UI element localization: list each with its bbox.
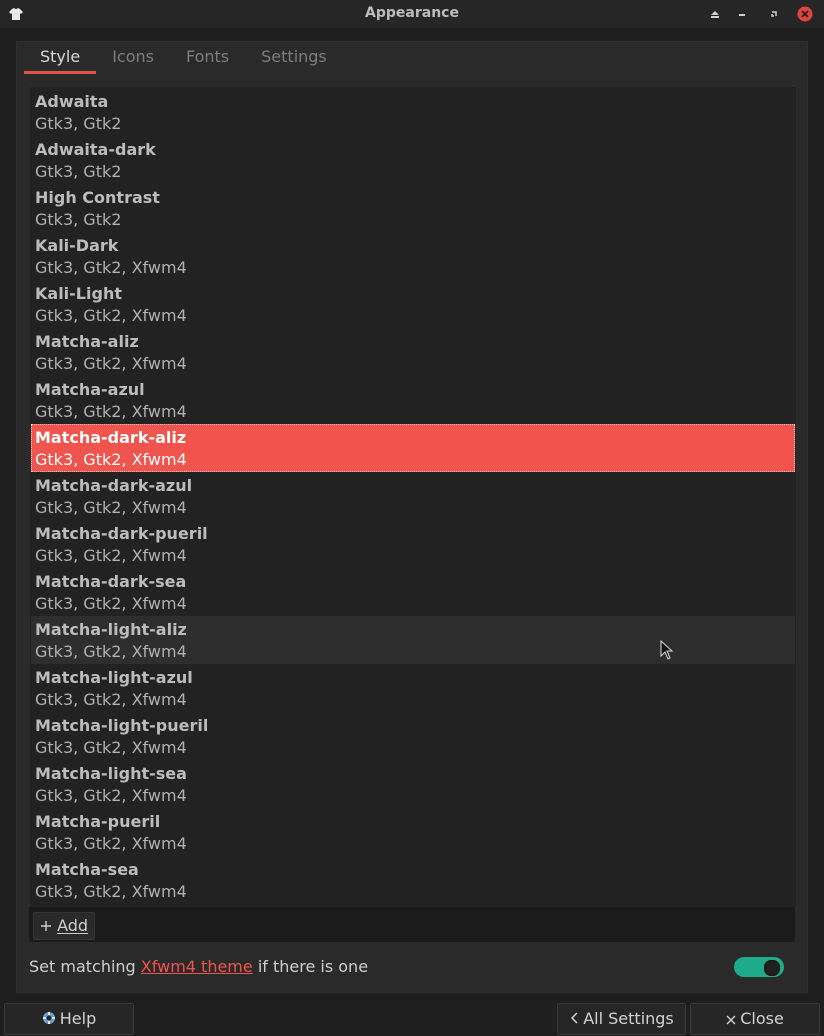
theme-capabilities: Gtk3, Gtk2, Xfwm4 [35,642,187,661]
theme-row[interactable]: Matcha-light-azul Gtk3, Gtk2, Xfwm4 [31,664,795,712]
theme-row[interactable]: High Contrast Gtk3, Gtk2 [31,184,795,232]
theme-name: Matcha-light-aliz [35,620,187,639]
plus-icon [40,916,57,935]
tab-style[interactable]: Style [24,41,97,74]
theme-name: Matcha-light-azul [35,668,193,687]
theme-row[interactable]: Matcha-dark-pueril Gtk3, Gtk2, Xfwm4 [31,520,795,568]
theme-name: Matcha-light-pueril [35,716,209,735]
close-window-icon[interactable] [797,6,813,22]
xfwm4-theme-link[interactable]: Xfwm4 theme [141,957,253,976]
matching-xfwm4-option: Set matching Xfwm4 theme if there is one [29,957,368,976]
theme-capabilities: Gtk3, Gtk2 [35,114,122,133]
theme-name: Matcha-dark-aliz [35,428,187,447]
title-bar: Appearance [0,0,824,28]
theme-name: Kali-Dark [35,236,119,255]
matching-xfwm4-toggle[interactable] [734,957,784,977]
theme-row[interactable]: Matcha-dark-azul Gtk3, Gtk2, Xfwm4 [31,472,795,520]
window-title: Appearance [365,5,459,21]
theme-name: Matcha-azul [35,380,145,399]
theme-capabilities: Gtk3, Gtk2, Xfwm4 [35,498,187,517]
theme-name: Matcha-light-sea [35,764,187,783]
theme-capabilities: Gtk3, Gtk2, Xfwm4 [35,690,187,709]
theme-row[interactable]: Matcha-light-pueril Gtk3, Gtk2, Xfwm4 [31,712,795,760]
theme-row[interactable]: Matcha-dark-aliz Gtk3, Gtk2, Xfwm4 [31,424,795,472]
all-settings-button[interactable]: All Settings [557,1003,686,1035]
help-button[interactable]: Help [4,1003,134,1035]
theme-name: Adwaita [35,92,109,111]
minimize-window-icon[interactable] [734,6,750,22]
add-theme-label: Add [57,916,89,935]
theme-row[interactable]: Matcha-light-sea Gtk3, Gtk2, Xfwm4 [31,760,795,808]
option-suffix: if there is one [252,957,369,976]
close-label: Close [740,1009,784,1028]
theme-row[interactable]: Adwaita Gtk3, Gtk2 [31,88,795,136]
theme-row[interactable]: Kali-Light Gtk3, Gtk2, Xfwm4 [31,280,795,328]
theme-capabilities: Gtk3, Gtk2, Xfwm4 [35,258,187,277]
list-toolbar: Add [29,907,795,942]
theme-capabilities: Gtk3, Gtk2, Xfwm4 [35,402,187,421]
theme-name: Matcha-dark-azul [35,476,193,495]
close-x-icon [726,1005,736,1035]
theme-capabilities: Gtk3, Gtk2 [35,162,122,181]
theme-row[interactable]: Kali-Dark Gtk3, Gtk2, Xfwm4 [31,232,795,280]
theme-capabilities: Gtk3, Gtk2, Xfwm4 [35,738,187,757]
theme-capabilities: Gtk3, Gtk2, Xfwm4 [35,882,187,901]
theme-capabilities: Gtk3, Gtk2, Xfwm4 [35,450,187,469]
close-button[interactable]: Close [690,1003,820,1035]
all-settings-label: All Settings [583,1009,674,1028]
theme-row[interactable]: Matcha-pueril Gtk3, Gtk2, Xfwm4 [31,808,795,856]
theme-row[interactable]: Adwaita-dark Gtk3, Gtk2 [31,136,795,184]
theme-name: Matcha-aliz [35,332,139,351]
theme-name: High Contrast [35,188,160,207]
mouse-pointer-icon [660,639,674,664]
theme-row[interactable]: Matcha-azul Gtk3, Gtk2, Xfwm4 [31,376,795,424]
theme-capabilities: Gtk3, Gtk2 [35,210,122,229]
theme-capabilities: Gtk3, Gtk2, Xfwm4 [35,546,187,565]
help-label: Help [59,1009,97,1028]
toggle-knob [764,960,780,976]
theme-capabilities: Gtk3, Gtk2, Xfwm4 [35,786,187,805]
theme-capabilities: Gtk3, Gtk2, Xfwm4 [35,594,187,613]
theme-name: Adwaita-dark [35,140,156,159]
theme-row[interactable]: Matcha-dark-sea Gtk3, Gtk2, Xfwm4 [31,568,795,616]
theme-capabilities: Gtk3, Gtk2, Xfwm4 [35,834,187,853]
help-lifebuoy-icon [42,1005,56,1035]
theme-name: Matcha-pueril [35,812,161,831]
theme-name: Matcha-dark-pueril [35,524,208,543]
tab-settings[interactable]: Settings [245,41,343,73]
theme-list[interactable]: Adwaita Gtk3, Gtk2 Adwaita-dark Gtk3, Gtk2 H… [29,86,797,908]
tab-icons[interactable]: Icons [96,41,170,73]
theme-name: Matcha-dark-sea [35,572,187,591]
option-prefix: Set matching [29,957,141,976]
theme-capabilities: Gtk3, Gtk2, Xfwm4 [35,306,187,325]
theme-capabilities: Gtk3, Gtk2, Xfwm4 [35,354,187,373]
add-theme-button[interactable]: Add [33,912,96,940]
shade-window-icon[interactable] [707,6,723,22]
tab-bar: Style Icons Fonts Settings [24,41,343,75]
theme-row[interactable]: Matcha-light-aliz Gtk3, Gtk2, Xfwm4 [31,616,795,664]
maximize-window-icon[interactable] [766,6,782,22]
theme-name: Matcha-sea [35,860,139,879]
theme-name: Kali-Light [35,284,122,303]
tab-fonts[interactable]: Fonts [170,41,245,73]
theme-row[interactable]: Matcha-sea Gtk3, Gtk2, Xfwm4 [31,856,795,904]
theme-row[interactable]: Matcha-aliz Gtk3, Gtk2, Xfwm4 [31,328,795,376]
chevron-left-icon [569,1005,579,1035]
